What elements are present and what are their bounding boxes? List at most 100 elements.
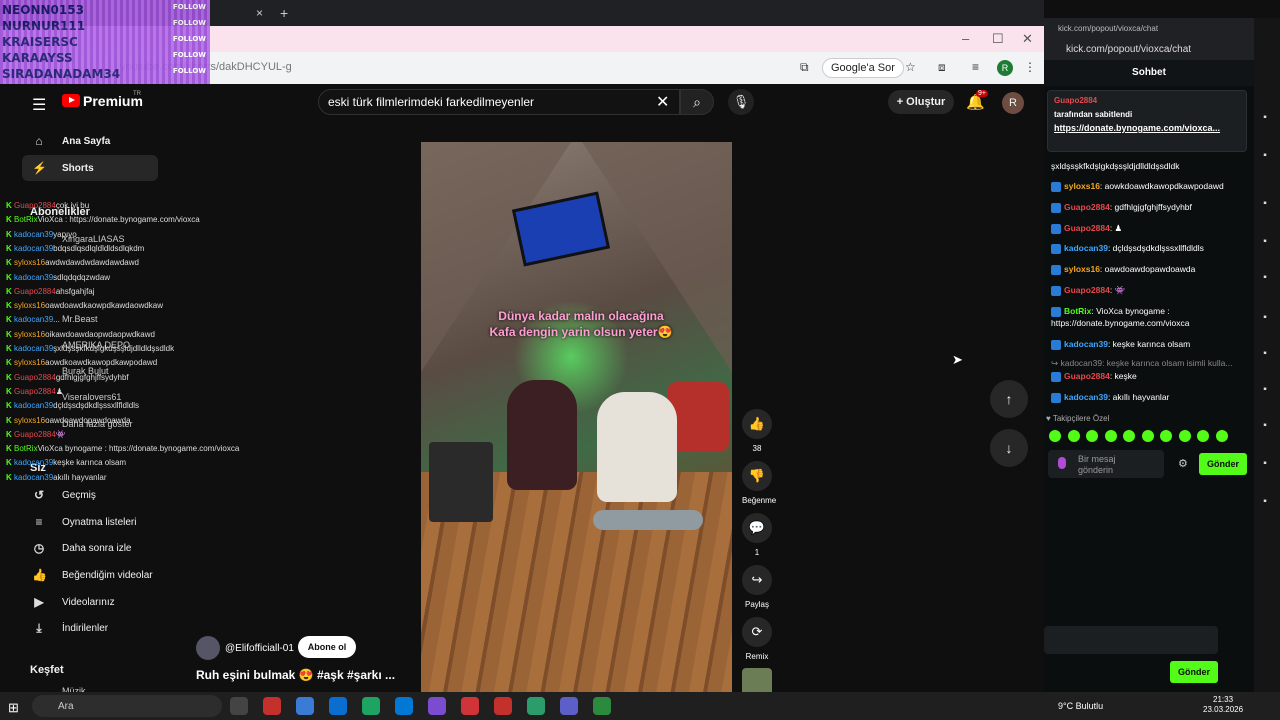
taskbar-app-icon[interactable] <box>263 697 281 715</box>
tab-close-icon[interactable]: × <box>256 6 263 20</box>
emote-icon[interactable] <box>1049 430 1061 442</box>
pinned-user[interactable]: Guapo2884 <box>1054 96 1097 105</box>
taskbar-app-icon[interactable] <box>461 697 479 715</box>
chat-username[interactable]: Guapo2884 <box>1064 202 1110 212</box>
taskbar-app-icon[interactable] <box>230 697 248 715</box>
toolbar-icon[interactable]: ▪ <box>1257 112 1273 123</box>
chat-message[interactable]: syloxs16: oawdoawdopawdoawda <box>1051 263 1247 275</box>
toolbar-icon[interactable]: ▪ <box>1257 312 1273 323</box>
cast-icon[interactable]: ⧉ <box>800 60 809 75</box>
subscription-item[interactable]: Mr.Beast <box>62 314 98 324</box>
more-menu-icon[interactable]: ⋮ <box>1024 60 1036 74</box>
kick-url-bar[interactable]: kick.com/popout/vioxca/chat <box>1044 40 1254 60</box>
taskbar-app-icon[interactable] <box>296 697 314 715</box>
chat-username[interactable]: kadocan39 <box>1064 392 1108 402</box>
account-avatar[interactable]: R <box>1002 92 1024 114</box>
send-button[interactable]: Gönder <box>1199 453 1247 475</box>
maximize-button[interactable]: ☐ <box>992 31 1004 47</box>
toolbar-icon[interactable]: ▪ <box>1257 348 1273 359</box>
extensions-icon[interactable]: ⧈ <box>938 60 946 75</box>
secondary-chat-input[interactable] <box>1044 626 1218 654</box>
media-icon[interactable]: ≡ <box>972 60 979 74</box>
toolbar-icon[interactable]: ▪ <box>1257 384 1273 395</box>
chat-username[interactable]: kadocan39 <box>1064 339 1108 349</box>
remix-button[interactable]: ⟳ Remix <box>742 617 772 661</box>
secondary-send-button[interactable]: Gönder <box>1170 661 1218 683</box>
chat-username[interactable]: syloxs16 <box>1064 264 1100 274</box>
subscribe-button[interactable]: Abone ol <box>298 636 356 658</box>
next-short-button[interactable]: ↓ <box>990 429 1028 467</box>
emote-icon[interactable] <box>1178 430 1191 442</box>
chat-settings-icon[interactable]: ⚙ <box>1178 457 1188 470</box>
hamburger-menu-icon[interactable]: ☰ <box>32 95 46 115</box>
bookmark-star-icon[interactable]: ☆ <box>905 60 916 74</box>
emote-icon[interactable] <box>1160 430 1172 442</box>
share-button[interactable]: ↪ Paylaş <box>742 565 772 609</box>
comments-button[interactable]: 💬 1 <box>742 513 772 557</box>
chat-message[interactable]: kadocan39: dçldşsdşdkdlşssxllfldldls <box>1051 242 1247 254</box>
toolbar-icon[interactable]: ▪ <box>1257 150 1273 161</box>
channel-avatar[interactable] <box>196 636 220 660</box>
chat-message[interactable]: kadocan39: akıllı hayvanlar <box>1051 391 1247 403</box>
youtube-logo[interactable] <box>62 94 80 107</box>
sidebar-item-playlists[interactable]: ≡ Oynatma listeleri <box>22 509 158 535</box>
emote-icon[interactable] <box>1067 430 1080 442</box>
kick-url-text[interactable]: kick.com/popout/vioxca/chat <box>1066 44 1191 55</box>
taskbar-search-label[interactable]: Ara <box>58 701 74 712</box>
chat-message[interactable]: ↪ kadocan39: keşke karıncа olsam isimli … <box>1051 357 1247 369</box>
windows-start-icon[interactable]: ⊞ <box>8 700 19 716</box>
toolbar-icon[interactable]: ▪ <box>1257 236 1273 247</box>
sidebar-item-history[interactable]: ↺ Geçmiş <box>22 482 158 508</box>
dislike-button[interactable]: 👎 Beğenme <box>742 461 776 505</box>
pinned-message[interactable]: Guapo2884 tarafından sabitlendi https://… <box>1047 90 1247 152</box>
chat-username[interactable]: Guapo2884 <box>1064 285 1110 295</box>
taskbar-app-icon[interactable] <box>494 697 512 715</box>
taskbar-app-icon[interactable] <box>527 697 545 715</box>
chat-message-input[interactable]: Bir mesaj gönderin <box>1048 450 1164 478</box>
sidebar-item-watch-later[interactable]: ◷ Daha sonra izle <box>22 535 158 561</box>
chat-username[interactable]: syloxs16 <box>1064 181 1100 191</box>
toolbar-icon[interactable]: ▪ <box>1257 272 1273 283</box>
sidebar-item-downloads[interactable]: ⤓ İndirilenler <box>22 615 158 641</box>
sidebar-item-liked[interactable]: 👍 Beğendiğim videolar <box>22 562 158 588</box>
taskbar-app-icon[interactable] <box>362 697 380 715</box>
emote-icon[interactable] <box>1215 430 1228 442</box>
chat-message[interactable]: BotRix: VioXca bynogame : https://donate… <box>1051 305 1247 329</box>
taskbar-app-icon[interactable] <box>560 697 578 715</box>
toolbar-icon[interactable]: ▪ <box>1257 458 1273 469</box>
chat-username[interactable]: kadocan39 <box>1064 243 1108 253</box>
profile-avatar[interactable]: R <box>997 60 1013 76</box>
emote-icon[interactable] <box>1086 430 1098 442</box>
taskbar-app-icon[interactable] <box>395 697 413 715</box>
chat-message[interactable]: şxldşsşkfkdşlgkdşsşldjdlldldşsdldk <box>1051 160 1247 172</box>
minimize-button[interactable]: – <box>962 31 969 46</box>
search-button[interactable]: ⌕ <box>680 89 714 115</box>
sidebar-item-shorts[interactable]: ⚡ Shorts <box>22 155 158 181</box>
toolbar-icon[interactable]: ▪ <box>1257 420 1273 431</box>
taskbar-app-icon[interactable] <box>428 697 446 715</box>
pinned-link[interactable]: https://donate.bynogame.com/vioxca... <box>1054 122 1234 135</box>
chat-username[interactable]: BotRix <box>1064 306 1091 316</box>
taskbar-app-icon[interactable] <box>329 697 347 715</box>
chat-username[interactable]: Guapo2884 <box>1064 371 1110 381</box>
google-sor-button[interactable]: Google'a Sor <box>822 58 904 78</box>
close-window-button[interactable]: ✕ <box>1022 31 1033 47</box>
chat-message[interactable]: syloxs16: aowkdoawdkawopdkawpodawd <box>1051 180 1247 192</box>
chat-username[interactable]: Guapo2884 <box>1064 223 1110 233</box>
emote-icon[interactable] <box>1197 430 1209 442</box>
toolbar-icon[interactable]: ▪ <box>1257 496 1273 507</box>
sidebar-item-home[interactable]: ⌂ Ana Sayfa <box>22 128 158 154</box>
emote-icon[interactable] <box>1104 430 1117 442</box>
search-query[interactable]: eski türk filmlerimdeki farkedilmeyenler <box>328 95 534 109</box>
new-tab-button[interactable]: + <box>280 5 288 21</box>
chat-message[interactable]: kadocan39: keşke karıncа olsam <box>1051 338 1247 350</box>
channel-name[interactable]: @Elifofficiall-01 <box>225 643 294 654</box>
chat-message[interactable]: Guapo2884: gdfhlgjgfghjffsydyhbf <box>1051 201 1247 213</box>
chat-message[interactable]: Guapo2884: 👾 <box>1051 284 1247 296</box>
weather-widget[interactable]: 9°C Bulutlu <box>1058 701 1103 711</box>
clear-search-icon[interactable]: ✕ <box>656 92 669 112</box>
emote-icon[interactable] <box>1123 430 1135 442</box>
chat-message[interactable]: Guapo2884: keşke <box>1051 370 1247 382</box>
microphone-icon[interactable] <box>1058 457 1066 469</box>
chat-message[interactable]: Guapo2884: ♟ <box>1051 222 1247 234</box>
